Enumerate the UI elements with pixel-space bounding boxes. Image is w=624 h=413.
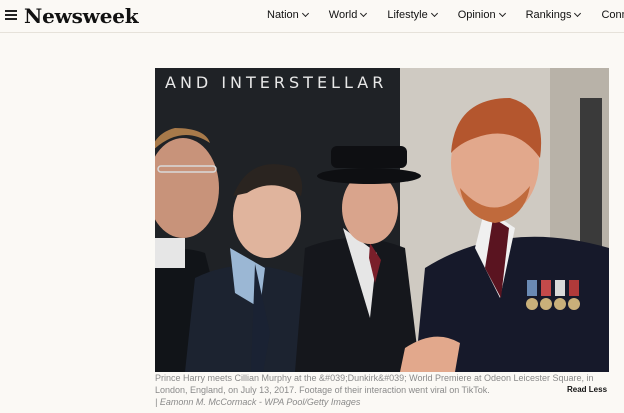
nav-item-world[interactable]: World [328, 9, 368, 21]
nav-item-lifestyle[interactable]: Lifestyle [387, 9, 438, 21]
main-nav: Nation World Lifestyle Opinion Rankings … [267, 9, 624, 21]
nav-label: Lifestyle [387, 9, 428, 21]
nav-item-connect[interactable]: Conn [601, 9, 624, 21]
nav-item-opinion[interactable]: Opinion [457, 9, 506, 21]
photo-caption: Prince Harry meets Cillian Murphy at the… [155, 373, 594, 395]
backdrop-text: AND INTERSTELLAR [165, 73, 387, 92]
photo-credit: | Eamonn M. McCormack - WPA Pool/Getty I… [155, 397, 361, 407]
site-logo[interactable]: Newsweek [24, 4, 139, 28]
nav-item-rankings[interactable]: Rankings [525, 9, 582, 21]
nav-label: Nation [267, 9, 299, 21]
menu-icon[interactable] [5, 10, 17, 20]
nav-label: Conn [601, 9, 624, 21]
chevron-down-icon [301, 9, 309, 18]
chevron-down-icon [498, 9, 506, 18]
article-photo[interactable]: AND INTERSTELLAR [155, 68, 609, 372]
nav-item-nation[interactable]: Nation [267, 9, 309, 21]
read-less-link[interactable]: Read Less [567, 385, 607, 394]
chevron-down-icon [574, 9, 582, 18]
chevron-down-icon [430, 9, 438, 18]
nav-label: Rankings [525, 9, 572, 21]
nav-label: World [328, 9, 358, 21]
site-header: Newsweek Nation World Lifestyle Opinion … [0, 0, 624, 33]
chevron-down-icon [360, 9, 368, 18]
nav-label: Opinion [457, 9, 496, 21]
